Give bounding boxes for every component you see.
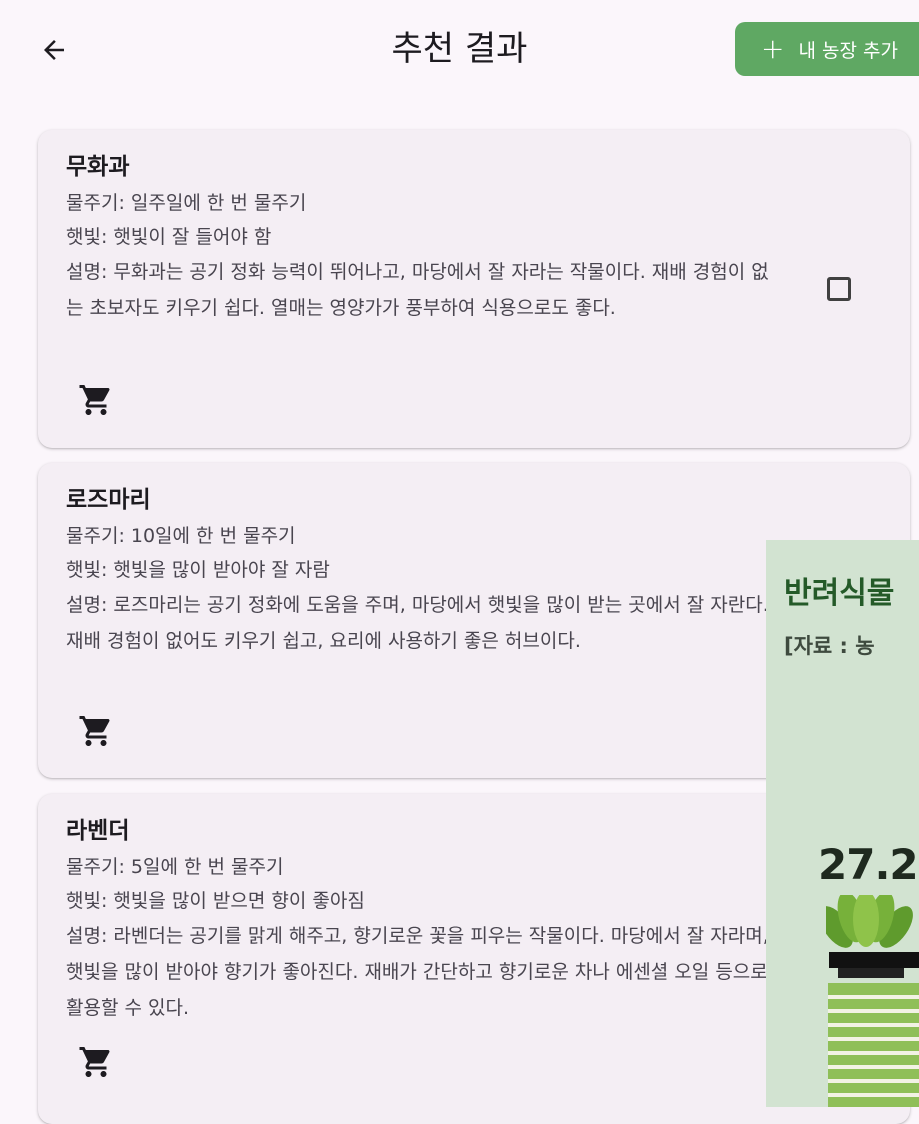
- card-content: 무화과 물주기: 일주일에 한 번 물주기 햇빛: 햇빛이 잘 들어야 함 설명…: [66, 152, 778, 326]
- infographic-number: 27.22: [818, 840, 919, 889]
- add-to-my-farm-button[interactable]: + 내 농장 추가: [735, 22, 919, 76]
- watering-info: 물주기: 5일에 한 번 물주기: [66, 856, 284, 878]
- cart-icon[interactable]: [78, 1044, 114, 1080]
- card-content: 로즈마리 물주기: 10일에 한 번 물주기 햇빛: 햇빛을 많이 받아야 잘 …: [66, 485, 778, 659]
- select-checkbox[interactable]: [827, 277, 851, 301]
- add-button-label: 내 농장 추가: [798, 39, 898, 62]
- plant-name: 로즈마리: [66, 487, 151, 513]
- sunlight-info: 햇빛: 햇빛을 많이 받아야 잘 자람: [66, 559, 330, 581]
- card-content: 라벤더 물주기: 5일에 한 번 물주기 햇빛: 햇빛을 많이 받으면 향이 좋…: [66, 816, 778, 1026]
- plant-description: 설명: 무화과는 공기 정화 능력이 뛰어나고, 마당에서 잘 자라는 작물이다…: [66, 261, 769, 319]
- watering-info: 물주기: 10일에 한 번 물주기: [66, 525, 296, 547]
- plant-card: 무화과 물주기: 일주일에 한 번 물주기 햇빛: 햇빛이 잘 들어야 함 설명…: [38, 130, 910, 448]
- plant-description: 설명: 로즈마리는 공기 정화에 도움을 주며, 마당에서 햇빛을 많이 받는 …: [66, 594, 769, 652]
- plant-name: 무화과: [66, 154, 130, 180]
- app-bar: 추천 결과 + 내 농장 추가: [0, 0, 919, 100]
- potted-plant-illustration: [826, 895, 919, 1107]
- infographic-title: 반려식물: [784, 576, 895, 611]
- cart-icon[interactable]: [78, 382, 114, 418]
- cart-icon[interactable]: [78, 713, 114, 749]
- watering-info: 물주기: 일주일에 한 번 물주기: [66, 192, 307, 214]
- plus-icon: +: [761, 32, 785, 65]
- plant-description: 설명: 라벤더는 공기를 맑게 해주고, 향기로운 꽃을 피우는 작물이다. 마…: [66, 925, 769, 1019]
- infographic-source: [자료 : 농: [784, 634, 875, 658]
- plant-name: 라벤더: [66, 818, 130, 844]
- sunlight-info: 햇빛: 햇빛이 잘 들어야 함: [66, 226, 272, 248]
- infographic-overlay: 반려식물 [자료 : 농 27.22: [766, 540, 919, 1107]
- sunlight-info: 햇빛: 햇빛을 많이 받으면 향이 좋아짐: [66, 890, 365, 912]
